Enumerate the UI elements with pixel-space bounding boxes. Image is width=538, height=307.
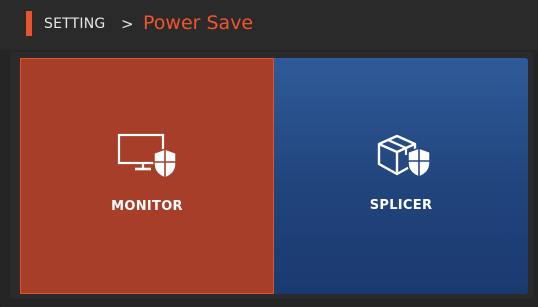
- monitor-label: MONITOR: [111, 199, 183, 214]
- power-save-screen: SETTING > Power Save MONITOR SPLICER: [0, 0, 538, 307]
- box-shield-icon: [377, 134, 431, 178]
- breadcrumb-separator: >: [121, 15, 134, 33]
- monitor-tile[interactable]: MONITOR: [20, 58, 274, 294]
- splicer-label: SPLICER: [369, 198, 433, 213]
- header-bar: SETTING > Power Save: [0, 0, 538, 50]
- splicer-tile[interactable]: SPLICER: [274, 58, 528, 294]
- page-title: Power Save: [143, 12, 254, 34]
- monitor-shield-icon: [117, 133, 177, 179]
- header-accent-bar: [26, 11, 32, 36]
- breadcrumb-setting[interactable]: SETTING: [44, 16, 105, 32]
